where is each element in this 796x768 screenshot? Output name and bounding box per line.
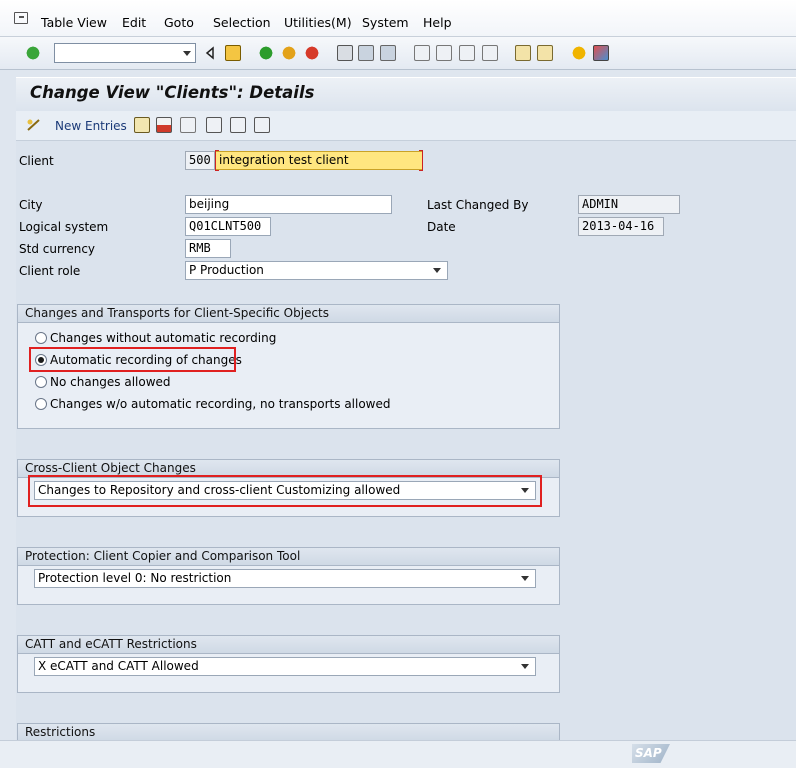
radio-label: No changes allowed (50, 375, 171, 389)
protection-dropdown[interactable]: Protection level 0: No restriction (34, 569, 536, 588)
radio-button-icon[interactable] (35, 398, 47, 410)
copy-icon[interactable] (134, 117, 150, 133)
create-session-icon[interactable] (515, 45, 531, 61)
menu-bar: Table View Edit Goto Selection Utilities… (0, 0, 796, 37)
undo-change-icon[interactable] (180, 117, 196, 133)
radio-label: Changes without automatic recording (50, 331, 277, 345)
find-next-icon[interactable] (380, 45, 396, 61)
next-page-icon[interactable] (459, 45, 475, 61)
last-changed-by-label: Last Changed By (427, 198, 529, 212)
exit-icon[interactable] (281, 45, 297, 61)
logical-system-field[interactable]: Q01CLNT500 (185, 217, 271, 236)
client-number-field[interactable]: 500 (185, 151, 215, 170)
client-label: Client (19, 154, 54, 168)
print-icon[interactable] (337, 45, 353, 61)
city-field[interactable]: beijing (185, 195, 392, 214)
std-currency-label: Std currency (19, 242, 96, 256)
client-role-value: P Production (189, 263, 264, 277)
command-field[interactable] (54, 43, 196, 63)
find-icon[interactable] (358, 45, 374, 61)
date-label: Date (427, 220, 456, 234)
radio-label: Changes w/o automatic recording, no tran… (50, 397, 391, 411)
client-name-field[interactable]: integration test client (215, 151, 423, 170)
back-icon[interactable] (258, 45, 274, 61)
cancel-icon[interactable] (304, 45, 320, 61)
page-title: Change View "Clients": Details (30, 83, 315, 102)
highlight-box-cross-client (28, 475, 542, 507)
date-field: 2013-04-16 (578, 217, 664, 236)
status-bar (0, 740, 796, 768)
catt-dropdown[interactable]: X eCATT and CATT Allowed (34, 657, 536, 676)
menu-goto[interactable]: Goto (164, 15, 194, 30)
radio-button-icon[interactable] (35, 332, 47, 344)
help-icon[interactable] (571, 45, 587, 61)
radio-changes-without-recording[interactable]: Changes without automatic recording (35, 331, 276, 345)
next-entry-icon[interactable] (230, 117, 246, 133)
std-currency-field[interactable]: RMB (185, 239, 231, 258)
first-page-icon[interactable] (414, 45, 430, 61)
menu-selection[interactable]: Selection (213, 15, 271, 30)
chevron-down-icon[interactable] (183, 51, 191, 56)
city-label: City (19, 198, 43, 212)
menu-system[interactable]: System (362, 15, 409, 30)
enter-check-icon[interactable] (25, 45, 41, 61)
client-role-label: Client role (19, 264, 81, 278)
save-icon[interactable] (225, 45, 241, 61)
new-entries-button[interactable]: New Entries (55, 119, 127, 133)
radio-button-icon[interactable] (35, 376, 47, 388)
required-marker-right (419, 150, 423, 171)
menu-table-view[interactable]: Table View (41, 15, 107, 30)
application-toolbar (16, 111, 796, 141)
radio-no-transports[interactable]: Changes w/o automatic recording, no tran… (35, 397, 391, 411)
catt-group-title: CATT and eCATT Restrictions (18, 636, 559, 654)
radio-no-changes-allowed[interactable]: No changes allowed (35, 375, 171, 389)
chevron-down-icon[interactable] (521, 664, 529, 669)
protection-group-title: Protection: Client Copier and Comparison… (18, 548, 559, 566)
highlight-box-recording (29, 347, 236, 372)
transports-group-title: Changes and Transports for Client-Specif… (18, 305, 559, 323)
delete-icon[interactable] (156, 117, 172, 133)
display-change-icon[interactable] (25, 117, 43, 133)
protection-value: Protection level 0: No restriction (38, 571, 232, 585)
required-marker-left (215, 150, 219, 171)
chevron-down-icon[interactable] (433, 268, 441, 273)
system-menu-icon[interactable] (14, 12, 28, 24)
last-page-icon[interactable] (482, 45, 498, 61)
menu-utilities[interactable]: Utilities(M) (284, 15, 352, 30)
logical-system-label: Logical system (19, 220, 109, 234)
other-entry-icon[interactable] (254, 117, 270, 133)
back-arrow-icon[interactable] (205, 45, 215, 61)
customize-layout-icon[interactable] (593, 45, 609, 61)
previous-entry-icon[interactable] (206, 117, 222, 133)
chevron-down-icon[interactable] (521, 576, 529, 581)
menu-help[interactable]: Help (423, 15, 452, 30)
previous-page-icon[interactable] (436, 45, 452, 61)
catt-value: X eCATT and CATT Allowed (38, 659, 199, 673)
menu-edit[interactable]: Edit (122, 15, 146, 30)
client-role-dropdown[interactable]: P Production (185, 261, 448, 280)
shortcut-icon[interactable] (537, 45, 553, 61)
last-changed-by-field: ADMIN (578, 195, 680, 214)
